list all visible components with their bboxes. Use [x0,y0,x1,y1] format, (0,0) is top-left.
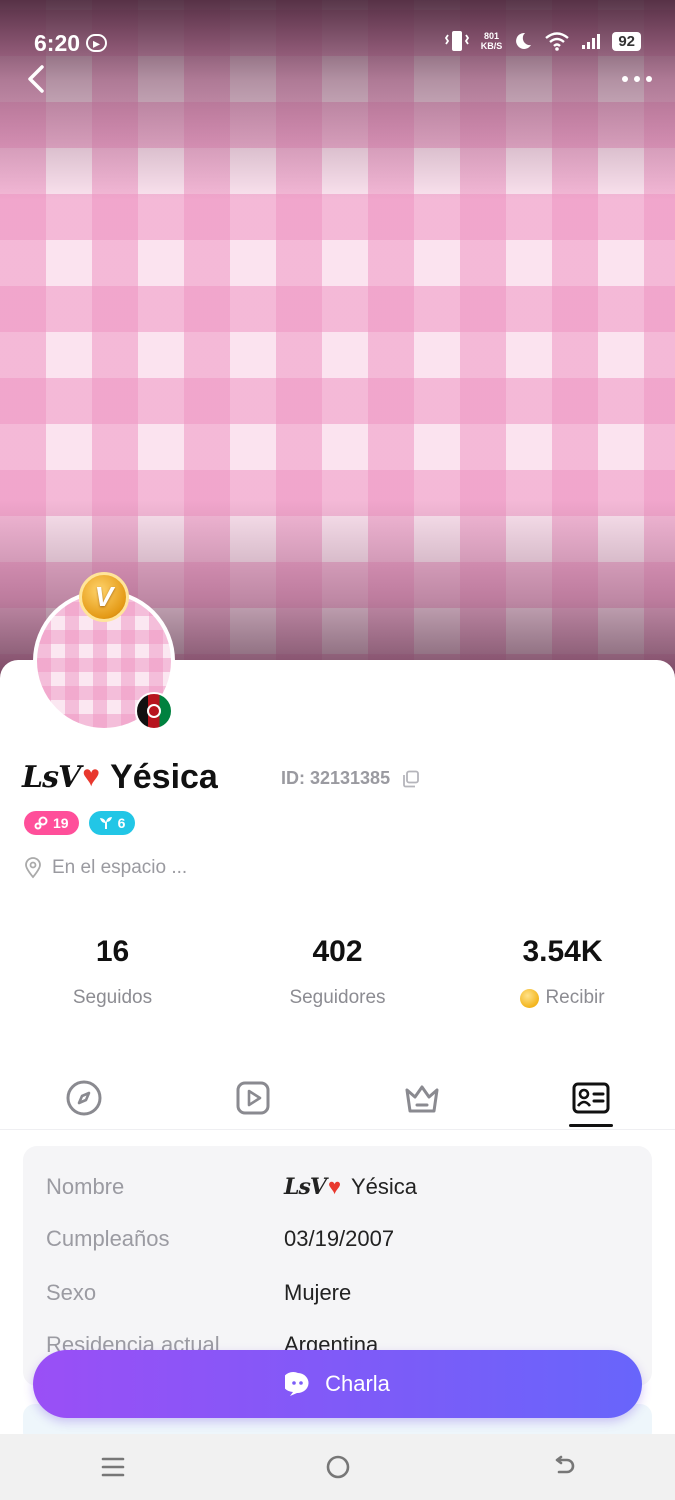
back-arrow-icon [555,1455,574,1474]
crown-icon [405,1085,439,1113]
country-flag-icon [135,692,173,730]
moon-icon [516,32,532,49]
vibrate-icon [444,31,469,51]
vip-badge-icon: V [79,572,129,622]
coin-icon [520,988,540,1008]
chat-bubble-icon [285,1372,309,1396]
home-circle-icon [326,1455,349,1479]
screen-record-icon: ▸ [86,34,108,52]
stat-received[interactable]: 3.54K Recibir [450,935,675,1009]
info-row-gender: Sexo Mujere [46,1280,352,1305]
badges: 19 6 [24,811,136,835]
status-bar: 6:20 ▸ 801 KB/S 92 [0,0,675,90]
system-nav-bar [0,1434,675,1500]
tab-videos[interactable] [169,1072,338,1129]
more-dots-icon [622,76,652,82]
wifi-icon [545,32,570,51]
back-button[interactable] [20,62,54,96]
flaming-heart-icon: ♥ [82,760,101,793]
tab-profile-info[interactable] [506,1072,675,1129]
info-row-birthday: Cumpleaños 03/19/2007 [46,1226,395,1251]
profile-card-icon [572,1082,610,1114]
stat-followers[interactable]: 402 Seguidores [225,935,450,1009]
signal-icon [582,34,601,49]
link-icon [34,816,48,830]
plant-badge[interactable]: 6 [88,811,136,835]
network-speed: 801 KB/S [480,31,503,51]
chat-button[interactable]: Charla [33,1350,642,1418]
name-text: Yésica [110,757,218,796]
level-badge[interactable]: 19 [24,811,79,835]
stat-following[interactable]: 16 Seguidos [0,935,225,1009]
avatar-container[interactable]: V [33,572,175,732]
tab-explore[interactable] [0,1072,169,1129]
recent-apps-button[interactable] [83,1442,143,1492]
user-id: ID: 32131385 [281,768,420,789]
more-options-button[interactable] [617,68,657,90]
stats-row: 16 Seguidos 402 Seguidores 3.54K Recibir [0,935,675,1009]
info-row-name: Nombre LsV ♥ Yésica [46,1174,418,1200]
play-icon [236,1081,270,1115]
menu-icon [101,1457,124,1477]
location-pin-icon [25,857,41,879]
flaming-heart-icon: ♥ [327,1174,341,1199]
profile-tabs [0,1072,675,1130]
name-prefix: LsV [22,759,81,795]
sprout-icon [99,817,112,829]
tab-privileges[interactable] [338,1072,507,1129]
back-nav-button[interactable] [533,1442,593,1492]
status-time: 6:20 [34,30,81,56]
battery-indicator: 92 [612,31,641,51]
display-name: LsV ♥ Yésica [22,752,218,802]
location: En el espacio ... [24,857,187,879]
copy-icon[interactable] [402,770,420,788]
home-button[interactable] [308,1442,368,1492]
compass-icon [66,1080,102,1116]
chevron-left-icon [28,65,44,93]
